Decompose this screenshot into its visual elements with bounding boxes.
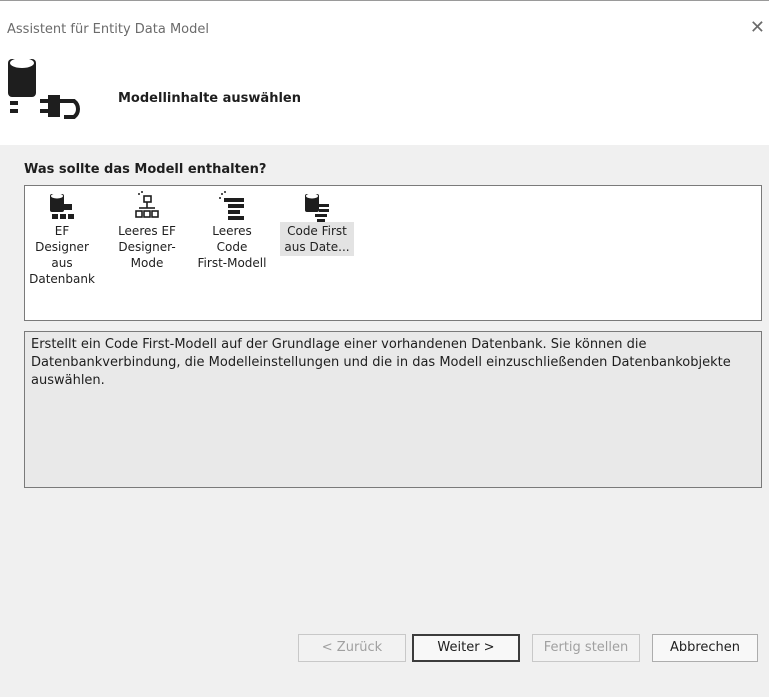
back-button[interactable]: < Zurück [298, 634, 406, 662]
empty-diagram-icon [135, 191, 159, 218]
choice-description: Erstellt ein Code First-Modell auf der G… [24, 331, 762, 488]
choice-label: Leeres EF Designer-Mode [118, 224, 176, 270]
wizard-header: Modellinhalte auswählen [0, 45, 769, 145]
choice-code-first-from-db[interactable]: Code First aus Date... [280, 190, 354, 256]
choice-label: Code First aus Date... [280, 222, 354, 256]
database-connection-icon [8, 58, 80, 119]
wizard-window: Assistent für Entity Data Model ✕ Modell… [0, 0, 769, 697]
choice-label: EF Designer aus Datenbank [29, 224, 95, 286]
cancel-button[interactable]: Abbrechen [652, 634, 758, 662]
database-code-first-icon [305, 193, 329, 222]
choice-empty-ef-designer[interactable]: Leeres EF Designer-Mode [110, 190, 184, 272]
page-title: Modellinhalte auswählen [118, 91, 301, 106]
empty-code-first-icon [219, 191, 244, 220]
question-label: Was sollte das Modell enthalten? [24, 162, 267, 177]
close-icon[interactable]: ✕ [750, 17, 765, 38]
model-choice-list: EF Designer aus Datenbank Leeres EF Desi… [24, 185, 762, 321]
choice-empty-code-first[interactable]: Leeres Code First-Modell [195, 190, 269, 272]
next-button[interactable]: Weiter > [412, 634, 520, 662]
title-bar: Assistent für Entity Data Model ✕ [0, 1, 769, 45]
window-title: Assistent für Entity Data Model [7, 22, 209, 37]
database-diagram-icon [50, 193, 74, 219]
choice-ef-designer-from-db[interactable]: EF Designer aus Datenbank [25, 190, 99, 288]
finish-button[interactable]: Fertig stellen [532, 634, 640, 662]
choice-label: Leeres Code First-Modell [197, 224, 267, 270]
